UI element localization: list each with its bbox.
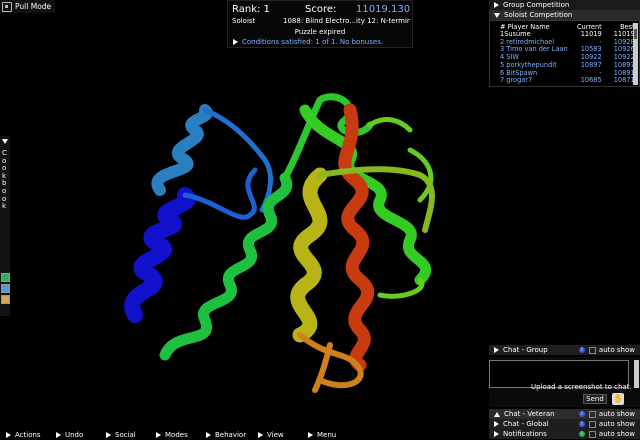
expand-arrow-icon	[494, 421, 499, 427]
expand-arrow-icon	[494, 347, 499, 353]
menu-label: Actions	[15, 431, 41, 439]
notifications-header[interactable]: Notifications i auto show	[489, 429, 640, 439]
yellow-helix-segment	[290, 167, 328, 343]
menu-social[interactable]: Social	[100, 431, 146, 439]
auto-show-checkbox[interactable]	[588, 346, 596, 354]
chat-global-label: Chat - Global	[503, 420, 549, 428]
score-label: Score:	[305, 4, 337, 15]
blue-linker-segment	[202, 107, 274, 213]
score-panel: Rank: 1 Score: 11019.130 Soloist 1088: B…	[227, 0, 413, 48]
menu-label: Modes	[165, 431, 188, 439]
expand-arrow-icon	[308, 432, 313, 438]
chat-veteran-header[interactable]: Chat - Veteran i auto show	[489, 409, 640, 419]
menu-label: View	[267, 431, 284, 439]
table-row[interactable]: 7 grogar7 10685 10871	[500, 77, 635, 85]
pull-mode-label: Pull Mode	[15, 2, 52, 11]
send-button[interactable]: Send	[583, 394, 607, 404]
soloist-competition-label: Soloist Competition	[504, 11, 573, 19]
chat-panel: Upload a screenshot to chat. Send ✋	[489, 357, 640, 407]
chat-veteran-label: Chat - Veteran	[504, 410, 555, 418]
auto-show-label: auto show	[598, 346, 635, 354]
menu-menu[interactable]: Menu	[302, 431, 348, 439]
mode-text: Soloist	[232, 17, 256, 25]
menu-undo[interactable]: Undo	[50, 431, 96, 439]
upload-hint: Upload a screenshot to chat.	[531, 383, 632, 391]
menu-modes[interactable]: Modes	[150, 431, 196, 439]
auto-show-checkbox[interactable]	[588, 420, 596, 428]
expand-arrow-icon	[494, 431, 499, 437]
collapse-arrow-icon	[494, 411, 500, 417]
orange-tail-segment	[297, 332, 364, 393]
cyan-helix-segment	[151, 104, 213, 196]
screenshot-icon[interactable]: ✋	[612, 393, 624, 405]
menu-label: Menu	[317, 431, 337, 439]
recipe-icon[interactable]	[1, 273, 10, 282]
leaderboard-table: # Player Name Current Best 1Susume 11019…	[500, 23, 635, 85]
cookbook-label: Cookbook	[2, 149, 7, 211]
info-icon[interactable]: i	[578, 411, 585, 417]
player-current: 10897	[580, 60, 602, 69]
group-competition-header[interactable]: Group Competition	[489, 0, 640, 10]
blue-helix-segment	[124, 187, 196, 323]
pull-mode-button[interactable]: Pull Mode	[0, 0, 56, 13]
info-icon[interactable]: i	[578, 347, 585, 353]
chat-global-header[interactable]: Chat - Global i auto show	[489, 419, 640, 429]
soloist-competition-header[interactable]: Soloist Competition	[489, 10, 640, 20]
expand-arrow-icon	[233, 39, 238, 45]
menu-label: Behavior	[215, 431, 247, 439]
blue-loop-segment	[182, 167, 258, 220]
expand-arrow-icon	[494, 2, 499, 8]
chat-group-label: Chat - Group	[503, 346, 548, 354]
player-name: 7 grogar7	[500, 76, 533, 85]
expand-arrow-icon	[206, 432, 211, 438]
info-icon[interactable]: i	[578, 421, 585, 427]
group-competition-label: Group Competition	[503, 1, 570, 9]
player-current: 10685	[580, 76, 602, 85]
auto-show-checkbox[interactable]	[588, 410, 596, 418]
red-helix-segment	[338, 103, 375, 372]
rank-text: Rank: 1	[232, 4, 270, 15]
expand-arrow-icon	[156, 432, 161, 438]
folder-icon[interactable]	[1, 284, 10, 293]
collapse-arrow-icon	[494, 12, 500, 18]
chat-group-header[interactable]: Chat - Group i auto show	[489, 345, 640, 355]
scrollbar-thumb[interactable]	[634, 29, 637, 39]
menu-actions[interactable]: Actions	[0, 431, 46, 439]
menu-label: Social	[115, 431, 136, 439]
expand-arrow-icon	[56, 432, 61, 438]
menu-view[interactable]: View	[252, 431, 298, 439]
expand-arrow-icon	[106, 432, 111, 438]
bottom-menu-bar: Actions Undo Social Modes Behavior View …	[0, 430, 489, 440]
info-icon[interactable]: i	[578, 431, 585, 437]
expand-arrow-icon	[6, 432, 11, 438]
chat-scrollbar[interactable]	[634, 360, 639, 388]
auto-show-label: auto show	[598, 420, 635, 428]
leaderboard: # Player Name Current Best 1Susume 11019…	[489, 20, 640, 87]
conditions-text: Conditions satisfied: 1 of 1. No bonuses…	[242, 38, 384, 46]
puzzle-title: 1088: Blind Electro...ity 12: N-terminus	[283, 17, 410, 25]
expand-arrow-icon	[258, 432, 263, 438]
auto-show-checkbox[interactable]	[588, 430, 596, 438]
menu-label: Undo	[65, 431, 84, 439]
menu-behavior[interactable]: Behavior	[200, 431, 252, 439]
player-best: 10871	[613, 76, 635, 85]
script-icon[interactable]	[1, 295, 10, 304]
auto-show-label: auto show	[598, 430, 635, 438]
conditions-toggle[interactable]: Conditions satisfied: 1 of 1. No bonuses…	[233, 38, 383, 46]
pull-mode-icon	[2, 1, 12, 12]
puzzle-status: Puzzle expired	[294, 28, 346, 36]
player-current: 11019	[580, 30, 602, 38]
collapse-arrow-icon	[2, 139, 8, 144]
auto-show-label: auto show	[598, 410, 635, 418]
leaderboard-scrollbar[interactable]	[633, 23, 638, 85]
score-value: 11019.130	[356, 4, 411, 15]
notifications-label: Notifications	[503, 430, 547, 438]
